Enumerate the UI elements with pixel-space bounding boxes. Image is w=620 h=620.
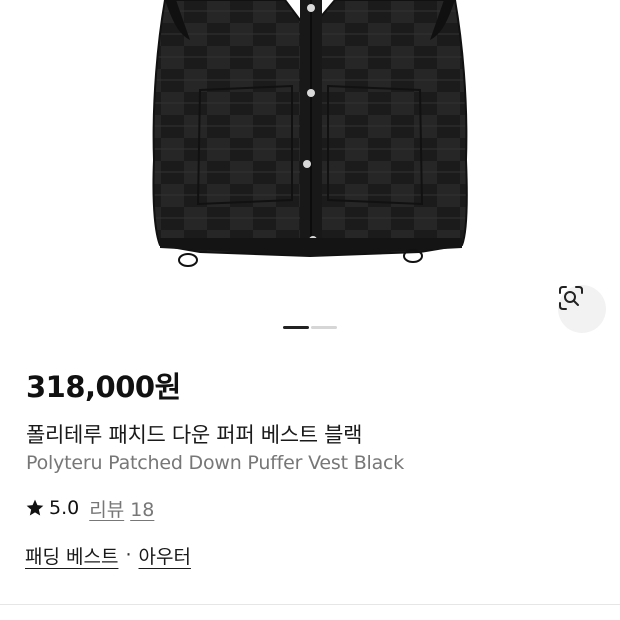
category-breadcrumb: 패딩 베스트 · 아우터	[25, 540, 191, 570]
lens-search-icon	[559, 286, 583, 310]
product-name-english: Polyteru Patched Down Puffer Vest Black	[26, 452, 405, 474]
pagination-dot[interactable]	[311, 326, 337, 329]
category-link-padded-vest[interactable]: 패딩 베스트	[25, 542, 118, 569]
review-link[interactable]: 리뷰 18	[89, 495, 154, 522]
rating-row: 5.0 리뷰 18	[25, 494, 154, 522]
review-label: 리뷰	[89, 498, 125, 521]
pagination-dot-active[interactable]	[283, 326, 309, 329]
category-link-outer[interactable]: 아우터	[139, 542, 191, 569]
star-icon	[25, 498, 45, 518]
product-image	[152, 0, 468, 267]
category-separator: ·	[125, 544, 132, 566]
section-divider	[0, 604, 620, 605]
product-name-korean: 폴리테루 패치드 다운 퍼퍼 베스트 블랙	[26, 423, 363, 447]
product-price: 318,000원	[26, 370, 181, 404]
product-image-gallery[interactable]	[0, 0, 620, 345]
gallery-pagination	[283, 326, 337, 330]
rating-score: 5.0	[49, 497, 80, 519]
review-count: 18	[130, 498, 155, 521]
visual-search-button[interactable]	[558, 285, 606, 333]
